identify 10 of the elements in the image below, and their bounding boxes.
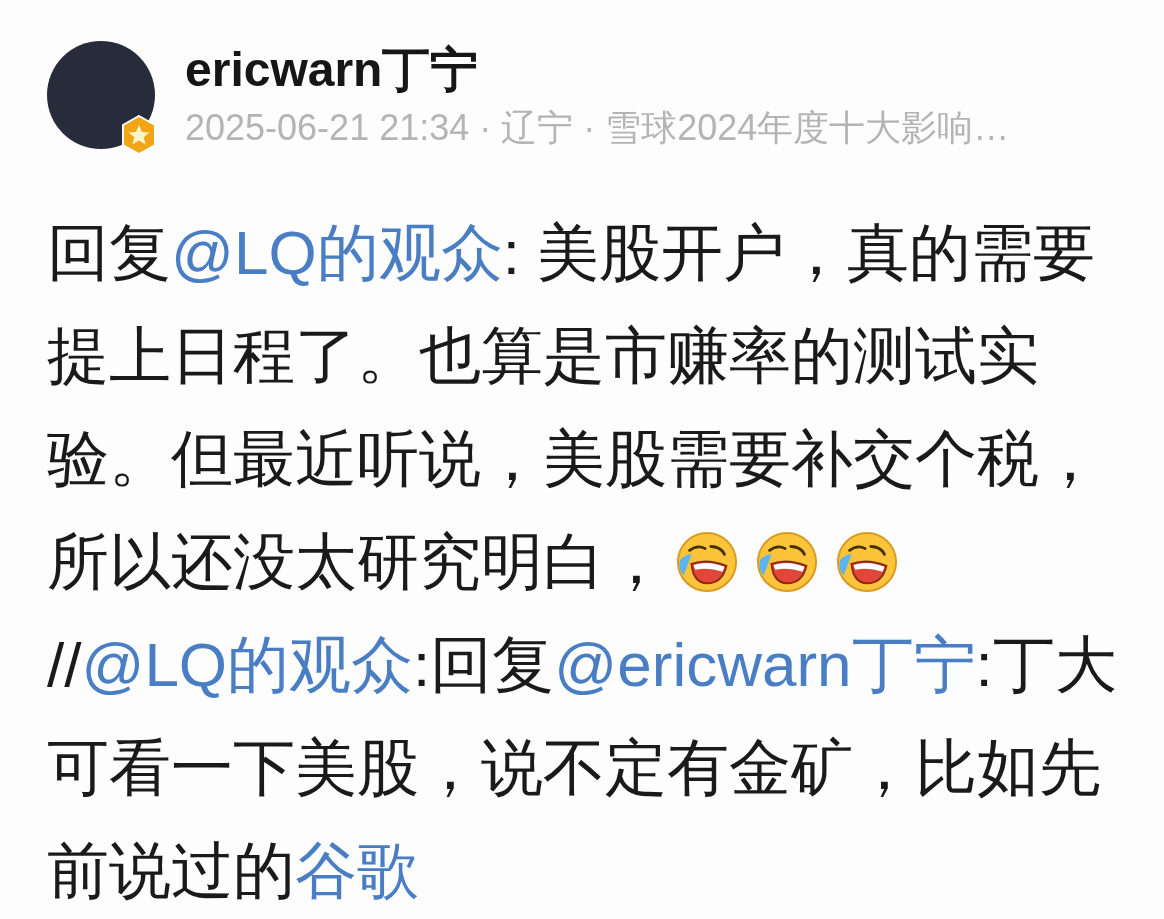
- laughing-crying-face-icon: [836, 531, 898, 593]
- laughing-crying-face-icon: [676, 531, 738, 593]
- mention-link[interactable]: @LQ的观众: [171, 218, 503, 287]
- author-name[interactable]: ericwarn丁宁: [185, 40, 1010, 100]
- mention-link[interactable]: @LQ的观众: [81, 630, 414, 699]
- stock-link[interactable]: 谷歌: [295, 836, 419, 905]
- laughing-crying-face-icon: [756, 531, 818, 593]
- post-meta: 2025-06-21 21:34 · 辽宁 · 雪球2024年度十大影响…: [185, 106, 1010, 150]
- post-text: 回复@LQ的观众: 美股开户，真的需要提上日程了。也算是市赚率的测试实验。但最近听说，美股需要补交个税，所以还没太研究明白， //@LQ的观众:回复@ericwarn丁宁:丁大可看一下美股，说不定有金矿，比如先前说过的谷歌: [47, 217, 1118, 907]
- mention-link[interactable]: @ericwarn丁宁: [554, 630, 976, 699]
